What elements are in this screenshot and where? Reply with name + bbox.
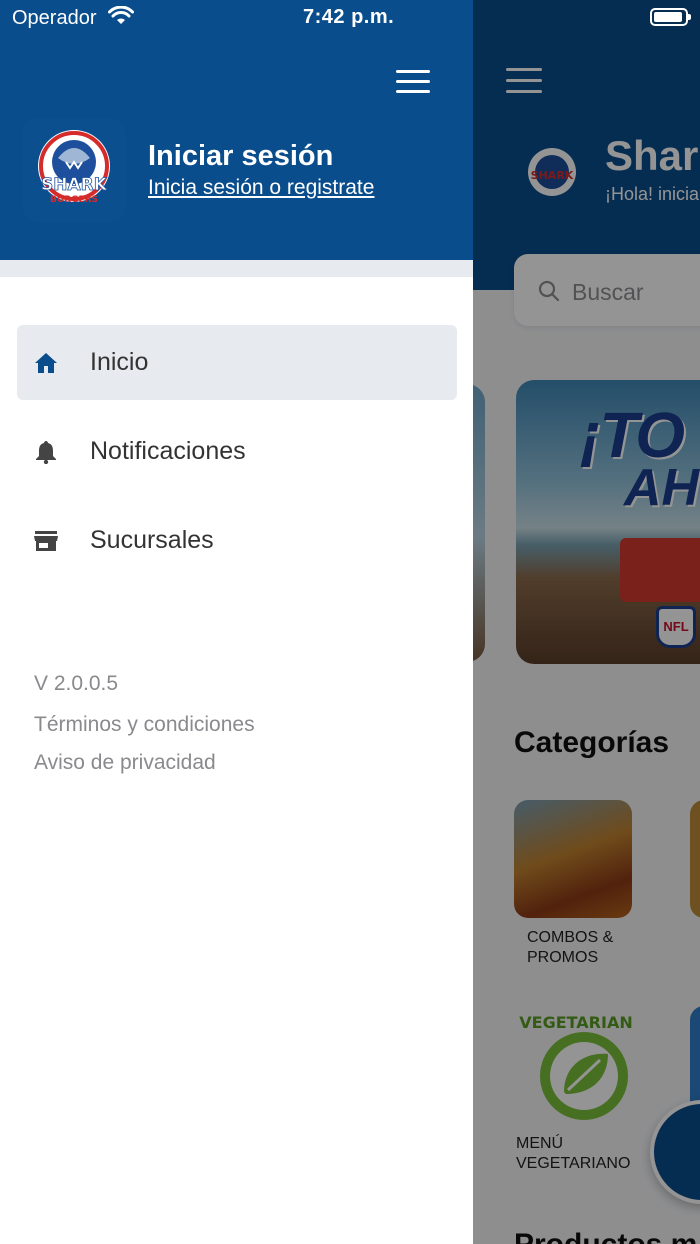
menu-item-sucursales[interactable]: Sucursales bbox=[17, 503, 457, 578]
store-icon bbox=[34, 531, 58, 551]
privacy-link[interactable]: Aviso de privacidad bbox=[34, 751, 216, 775]
app-version: V 2.0.0.5 bbox=[34, 672, 119, 695]
drawer-menu-icon[interactable] bbox=[396, 70, 430, 94]
home-icon bbox=[35, 353, 57, 373]
terms-link[interactable]: Términos y condiciones bbox=[34, 713, 255, 737]
wifi-icon bbox=[108, 6, 134, 24]
carrier-label: Operador bbox=[12, 7, 97, 29]
battery-icon bbox=[650, 8, 691, 26]
menu-item-label: Inicio bbox=[90, 348, 149, 376]
logo-subtext: BURGERS bbox=[50, 195, 98, 205]
menu-item-label: Notificaciones bbox=[90, 437, 246, 465]
login-register-link[interactable]: Inicia sesión o registrate bbox=[148, 176, 374, 200]
menu-item-inicio[interactable]: Inicio bbox=[17, 325, 457, 400]
logo-text: SHARK bbox=[41, 175, 108, 195]
menu-item-label: Sucursales bbox=[90, 526, 214, 554]
bell-icon bbox=[36, 441, 56, 464]
side-drawer: SHARK BURGERS Iniciar sesión Inicia sesi… bbox=[0, 0, 473, 1244]
status-bar: Operador 7:42 p.m. bbox=[0, 0, 700, 36]
status-time: 7:42 p.m. bbox=[303, 6, 395, 28]
shark-burgers-logo: SHARK BURGERS bbox=[22, 118, 126, 222]
drawer-title: Iniciar sesión bbox=[148, 140, 334, 172]
drawer-header-divider bbox=[0, 260, 473, 277]
menu-item-notificaciones[interactable]: Notificaciones bbox=[17, 414, 457, 489]
